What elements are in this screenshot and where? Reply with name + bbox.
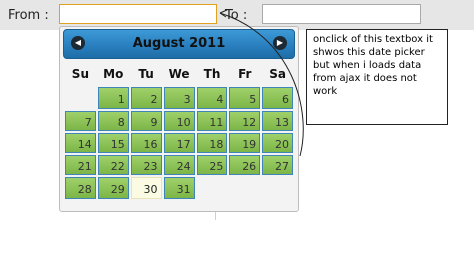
annotation-arrow-line [219, 12, 304, 157]
annotation-note: onclick of this textbox it shwos this da… [306, 29, 448, 125]
annotation-arrow-head [219, 9, 228, 18]
